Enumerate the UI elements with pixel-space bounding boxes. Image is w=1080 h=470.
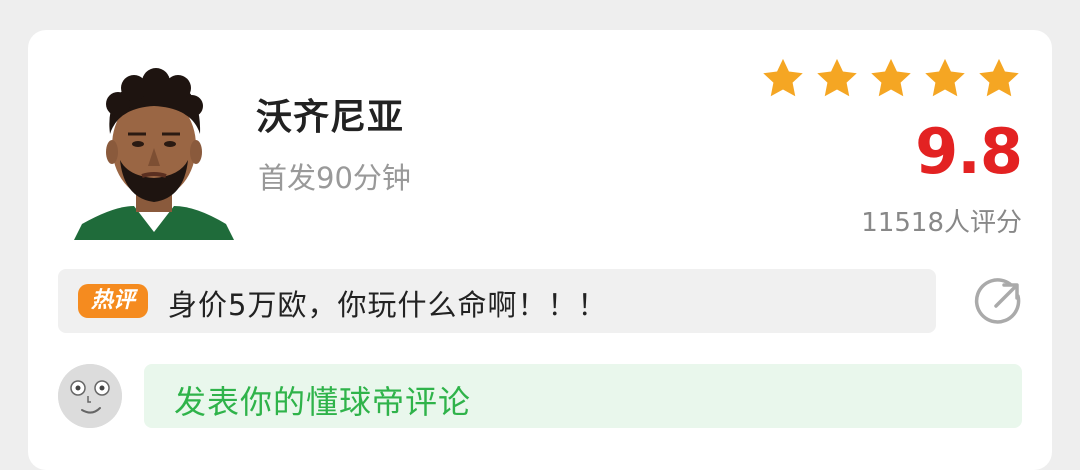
player-photo — [74, 56, 234, 240]
star-icon[interactable] — [760, 56, 806, 102]
player-rating-card: 沃齐尼亚 首发90分钟 9.8 11518人评分 热评 身价5万欧，你玩什么命啊… — [28, 30, 1052, 470]
star-icon[interactable] — [976, 56, 1022, 102]
share-icon[interactable] — [974, 276, 1024, 326]
star-icon[interactable] — [814, 56, 860, 102]
rating-stars[interactable] — [760, 56, 1022, 102]
star-icon[interactable] — [868, 56, 914, 102]
hot-comment-badge: 热评 — [78, 284, 148, 318]
comment-placeholder: 发表你的懂球帝评论 — [174, 383, 472, 421]
player-play-time: 首发90分钟 — [258, 161, 411, 195]
rating-count: 11518人评分 — [861, 208, 1022, 238]
rating-score: 9.8 — [915, 115, 1023, 188]
hot-comment-text: 身价5万欧，你玩什么命啊！！！ — [168, 288, 608, 322]
player-name: 沃齐尼亚 — [256, 97, 405, 138]
star-icon[interactable] — [922, 56, 968, 102]
hot-comment[interactable]: 热评 身价5万欧，你玩什么命啊！！！ — [58, 269, 936, 333]
comment-input[interactable]: 发表你的懂球帝评论 — [144, 364, 1022, 428]
user-avatar[interactable] — [58, 364, 122, 428]
